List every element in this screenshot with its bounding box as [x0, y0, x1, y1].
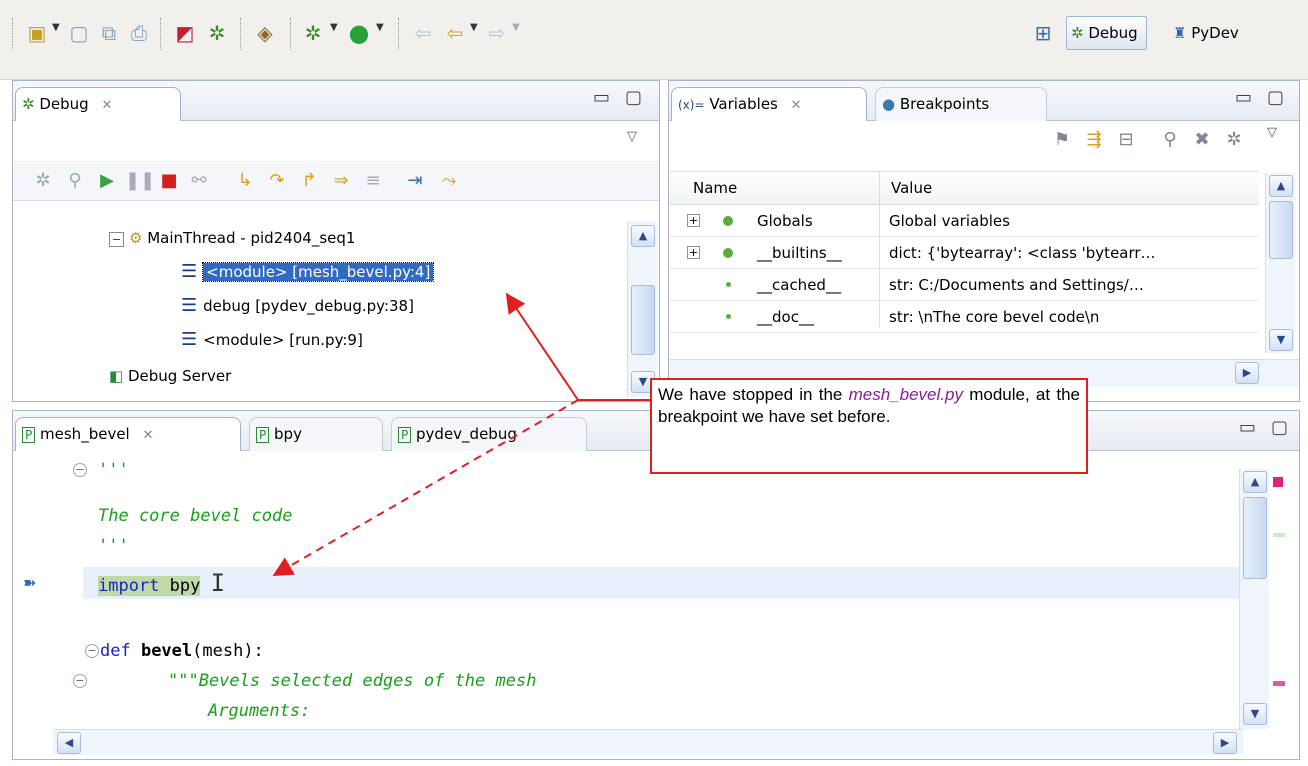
annotation-callout: We have stopped in the mesh_bevel.py mod…: [650, 378, 1088, 474]
callout-arrow-to-line: [272, 399, 579, 576]
callout-filename: mesh_bevel.py: [848, 385, 963, 404]
callout-text: We have stopped in the: [658, 385, 849, 404]
callout-arrow-to-frame: [505, 292, 650, 401]
